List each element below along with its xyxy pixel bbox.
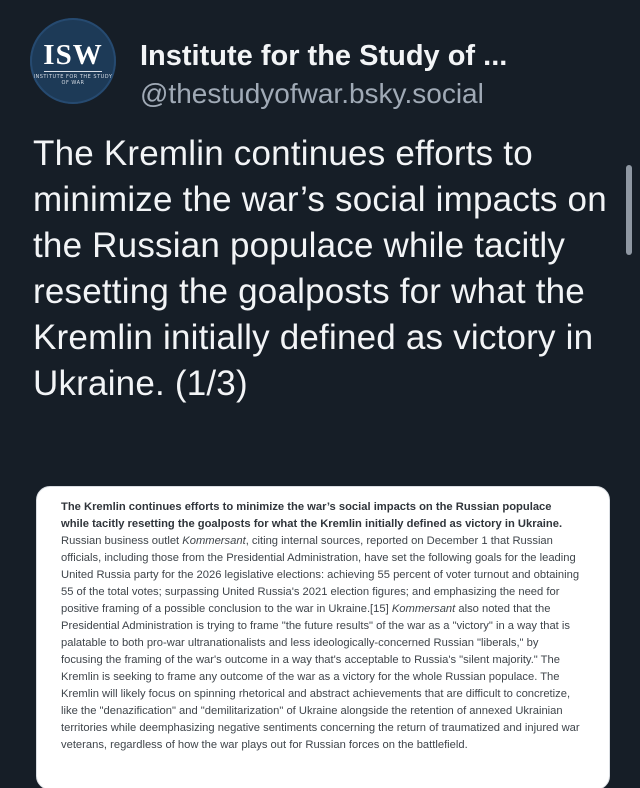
post-view: ISW INSTITUTE FOR THE STUDY OF WAR Insti… <box>0 0 640 788</box>
scrollbar[interactable] <box>626 165 632 255</box>
avatar-logo-text: ISW <box>43 39 103 71</box>
image-headline: The Kremlin continues efforts to minimiz… <box>61 501 563 530</box>
avatar-divider <box>44 71 102 72</box>
post-header: ISW INSTITUTE FOR THE STUDY OF WAR Insti… <box>30 18 610 110</box>
image-paragraph-part-3: also noted that the Presidential Adminis… <box>61 603 580 751</box>
image-text-block: The Kremlin continues efforts to minimiz… <box>61 499 581 754</box>
author-handle[interactable]: @thestudyofwar.bsky.social <box>140 78 484 110</box>
post-body-text: The Kremlin continues efforts to minimiz… <box>33 134 607 403</box>
post-image[interactable]: The Kremlin continues efforts to minimiz… <box>36 486 610 788</box>
author-name[interactable]: Institute for the Study of ... <box>140 40 507 73</box>
avatar-logo-subtitle: INSTITUTE FOR THE STUDY OF WAR <box>33 74 113 86</box>
image-paragraph-part-1: Russian business outlet <box>61 535 183 547</box>
image-paragraph-italic-2: Kommersant <box>391 603 456 615</box>
image-paragraph-italic-1: Kommersant <box>182 535 246 547</box>
avatar[interactable]: ISW INSTITUTE FOR THE STUDY OF WAR <box>30 18 116 104</box>
